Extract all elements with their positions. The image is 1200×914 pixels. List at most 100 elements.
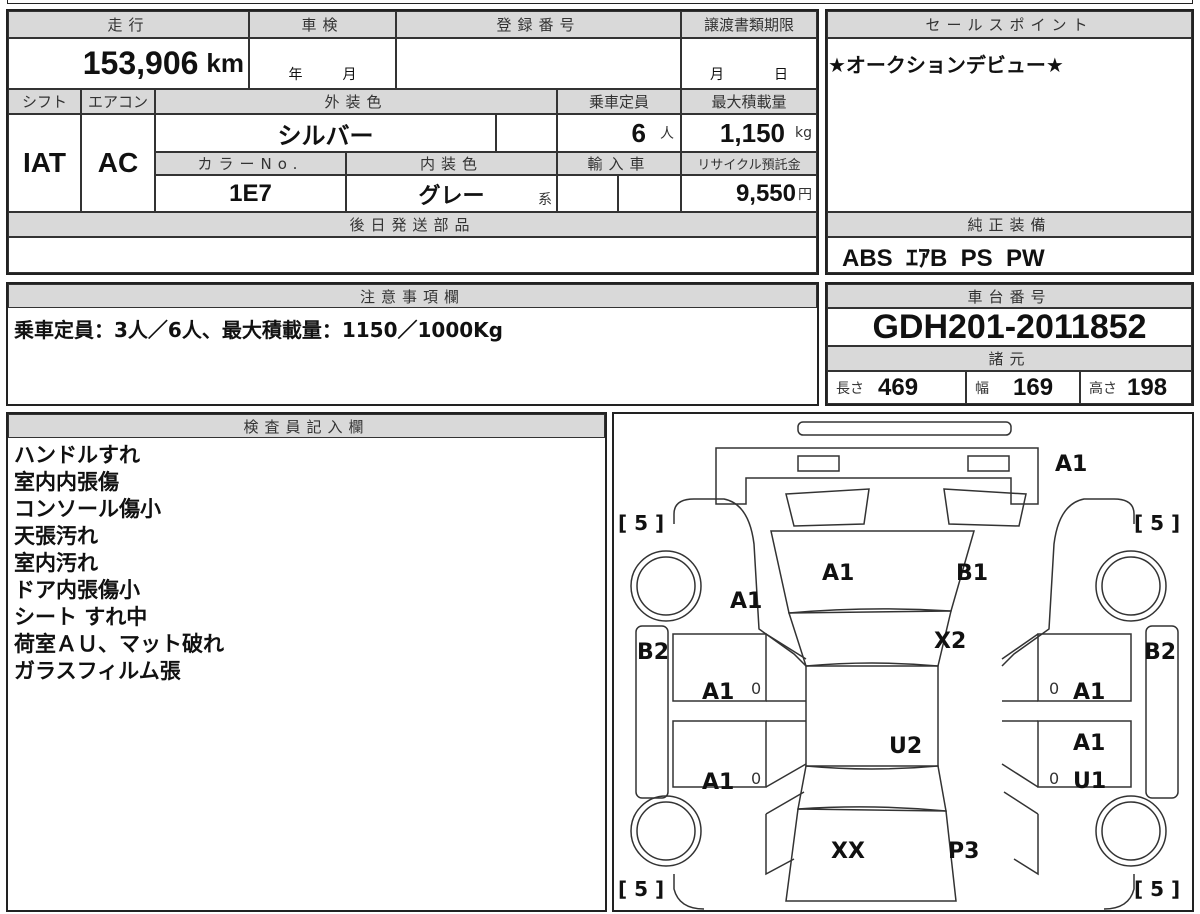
vehicle-info-table: 走行 車検 登録番号 譲渡書類期限 153,906 km 年月 月日 シフト エ…	[6, 9, 819, 275]
later-parts-label: 後日発送部品	[8, 212, 817, 237]
car-outline	[630, 421, 1179, 910]
mileage-value: 153,906	[82, 45, 199, 81]
inspector-label: 検査員記入欄	[8, 414, 605, 438]
top-strip	[7, 0, 1193, 4]
mark-rear-right: P3	[948, 839, 980, 864]
sales-point-box: セールスポイント ★オークションデビュー★ 純正装備 ABS ｴｱB PS PW	[825, 9, 1194, 275]
zero-mark: 0	[751, 679, 762, 698]
mark-front-bumper: A1	[1055, 452, 1088, 477]
shift-label: シフト	[8, 89, 81, 114]
tire-rear-left: [ 5 ]	[618, 877, 665, 901]
inspector-note-line: ガラスフィルム張	[14, 659, 181, 683]
tire-rear-right: [ 5 ]	[1134, 877, 1181, 901]
chassis-value: GDH201-2011852	[827, 308, 1192, 346]
mark-left-front-fender: A1	[730, 589, 763, 614]
inspector-note-line: 天張汚れ	[14, 524, 98, 548]
mark-rear-left: XX	[831, 839, 865, 864]
equipment-label: 純正装備	[827, 212, 1192, 237]
height-cell: 高さ 198	[1080, 371, 1192, 404]
mark-left-front-door: A1	[702, 680, 735, 705]
capacity-label: 乗車定員	[557, 89, 681, 114]
shaken-label: 車検	[249, 11, 396, 38]
height-value: 198	[1127, 373, 1168, 401]
equipment-value: ABS ｴｱB PS PW	[827, 237, 1192, 273]
transfer-deadline-label: 譲渡書類期限	[681, 11, 817, 38]
mark-left-sill: B2	[637, 640, 670, 665]
inspector-notes: ハンドルすれ 室内内張傷 コンソール傷小 天張汚れ 室内汚れ ドア内張傷小 シート すれ中荷…	[14, 442, 224, 685]
mark-roof: U2	[889, 734, 923, 759]
sales-point-label: セールスポイント	[827, 11, 1192, 38]
inspector-note-line: 室内内張傷	[14, 470, 119, 494]
mark-windshield: X2	[934, 629, 967, 654]
max-load-value: 1,150	[719, 117, 785, 148]
capacity-unit: 人	[660, 126, 674, 142]
length-value: 469	[878, 373, 919, 401]
chassis-label: 車台番号	[827, 284, 1192, 308]
tire-front-right: [ 5 ]	[1134, 511, 1181, 535]
inspector-note-line: コンソール傷小	[14, 497, 161, 521]
exterior-color-label: 外装色	[155, 89, 557, 114]
interior-color-label: 内装色	[346, 152, 557, 175]
notes-value: 乗車定員：3人／6人、最大積載量：1150／1000Kg	[14, 318, 503, 342]
mark-left-rear-door: A1	[702, 770, 735, 795]
zero-mark: 0	[1049, 769, 1060, 788]
width-value: 169	[1013, 373, 1054, 401]
shaken-cell: 年月	[249, 38, 396, 89]
max-load-cell: 1,150 kg	[681, 114, 817, 152]
recycle-unit: 円	[798, 186, 812, 203]
transfer-deadline-cell: 月日	[681, 38, 817, 89]
mark-right-sill: B2	[1144, 640, 1177, 665]
mark-right-rear-door-2: U1	[1073, 769, 1107, 794]
interior-color-value: グレー	[418, 182, 485, 208]
mark-right-rear-door-1: A1	[1073, 731, 1106, 756]
notes-box: 注意事項欄 乗車定員：3人／6人、最大積載量：1150／1000Kg	[6, 282, 819, 406]
interior-color-suffix: 系	[538, 192, 552, 208]
max-load-unit: kg	[795, 125, 812, 141]
mileage-cell: 153,906 km	[8, 38, 249, 89]
capacity-value: 6	[631, 117, 646, 148]
recycle-value: 9,550	[735, 179, 796, 207]
import-cell-2	[618, 175, 681, 212]
inspector-note-line: シート すれ中	[14, 605, 148, 629]
mark-hood-left: A1	[822, 561, 855, 586]
import-cell-1	[557, 175, 618, 212]
mark-hood-right: B1	[956, 561, 989, 586]
inspector-note-line: 室内汚れ	[14, 551, 98, 575]
deadline-day: 日	[774, 67, 788, 83]
aircon-label: エアコン	[81, 89, 155, 114]
later-parts-value	[8, 237, 817, 273]
mileage-label: 走行	[8, 11, 249, 38]
registration-label: 登録番号	[396, 11, 681, 38]
inspector-box: 検査員記入欄 ハンドルすれ 室内内張傷 コンソール傷小 天張汚れ 室内汚れ ドア内張傷小シ…	[6, 412, 607, 912]
shaken-year: 年	[288, 67, 303, 83]
recycle-label: リサイクル預託金	[681, 152, 817, 175]
color-no-value: 1E7	[155, 175, 346, 212]
exterior-color-value: シルバー	[155, 114, 496, 152]
shaken-month: 月	[342, 67, 357, 83]
deadline-month: 月	[710, 67, 724, 83]
exterior-color-extra	[496, 114, 557, 152]
zero-mark: 0	[1049, 679, 1060, 698]
capacity-cell: 6人	[557, 114, 681, 152]
damage-diagram: A1 A1 B1 A1 X2 B2 B2 A1 A1 U2 A1 U1 A1 X…	[612, 412, 1194, 912]
inspector-note-line: 荷室ＡＵ、マット破れ	[14, 632, 224, 656]
max-load-label: 最大積載量	[681, 89, 817, 114]
zero-mark: 0	[751, 769, 762, 788]
chassis-box: 車台番号 GDH201-2011852 諸元 長さ 469 幅 169 高さ 198	[825, 282, 1194, 406]
shift-value: IAT	[8, 114, 81, 212]
height-label: 高さ	[1089, 380, 1117, 397]
recycle-cell: 9,550 円	[681, 175, 817, 212]
notes-label: 注意事項欄	[8, 284, 817, 308]
length-label: 長さ	[836, 380, 864, 397]
mark-right-front-door: A1	[1073, 680, 1106, 705]
aircon-value: AC	[81, 114, 155, 212]
inspector-note-line: ハンドルすれ	[14, 443, 140, 467]
registration-value	[396, 38, 681, 89]
tire-front-left: [ 5 ]	[618, 511, 665, 535]
length-cell: 長さ 469	[827, 371, 966, 404]
import-label: 輸入車	[557, 152, 681, 175]
mileage-unit: km	[206, 48, 244, 78]
width-cell: 幅 169	[966, 371, 1080, 404]
interior-color-cell: グレー 系	[346, 175, 557, 212]
sales-point-value: ★オークションデビュー★	[827, 38, 1192, 212]
